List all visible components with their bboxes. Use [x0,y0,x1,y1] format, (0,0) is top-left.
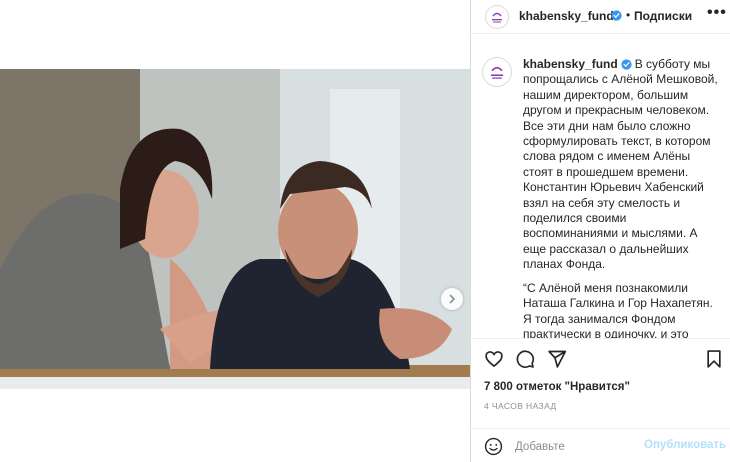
caption-avatar[interactable] [482,57,512,87]
caption-area: khabensky_fund В субботу мы попрощались с… [471,42,730,338]
separator-dot: • [626,8,631,22]
post-actions [471,338,730,378]
more-options-icon[interactable]: ••• [707,4,727,22]
paper-plane-icon[interactable] [547,349,567,369]
verified-badge-icon [611,10,622,21]
comment-bubble-icon[interactable] [515,349,535,369]
following-button[interactable]: Подписки [634,9,692,23]
publish-button[interactable]: Опубликовать [644,439,726,451]
post-media-pane [0,0,470,462]
bookmark-icon[interactable] [705,349,723,369]
verified-badge-icon [621,59,632,70]
post-sidebar: khabensky_fund • Подписки ••• khabensky_… [470,0,730,462]
fund-logo-icon [490,66,504,79]
caption-text: khabensky_fund В субботу мы попрощались с… [523,57,723,338]
caption-username[interactable]: khabensky_fund [523,57,618,71]
post-photo[interactable] [0,69,470,389]
fund-logo-icon [492,12,502,23]
caption-paragraph-1: В субботу мы попрощались с Алёной Мешков… [523,57,718,272]
post-header: khabensky_fund • Подписки ••• [471,0,730,34]
next-slide-button[interactable] [441,288,463,310]
smiley-icon[interactable] [484,437,503,456]
comment-bar: Опубликовать [471,428,730,462]
likes-count[interactable]: 7 800 отметок "Нравится" [484,381,630,393]
caption-paragraph-2: “С Алёной меня познакомили Наташа Галкин… [523,280,713,338]
heart-icon[interactable] [484,349,504,369]
account-avatar[interactable] [485,5,509,29]
post-timestamp[interactable]: 4 ЧАСОВ НАЗАД [484,401,557,411]
post-photo-image [0,69,470,389]
chevron-right-icon [449,294,456,304]
account-username[interactable]: khabensky_fund [519,9,614,23]
